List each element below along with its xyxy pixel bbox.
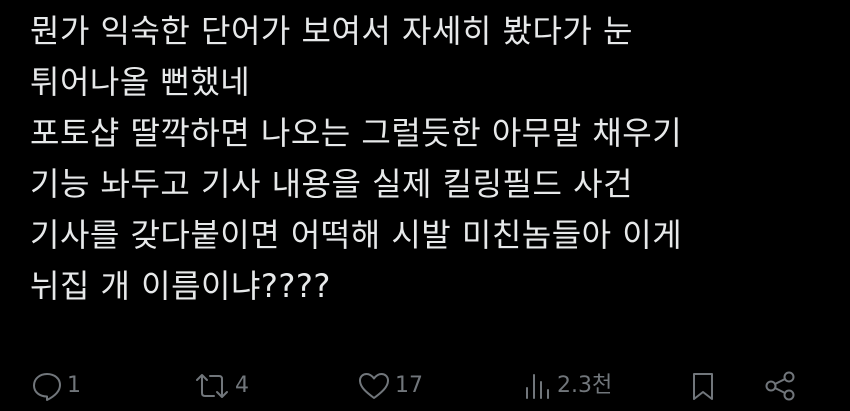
post-action-bar: 1 4 17 2.3천 xyxy=(0,362,850,410)
post-text-line: 기능 놔두고 기사 내용을 실제 킬링필드 사건 xyxy=(30,165,633,203)
post-text-line: 뉘집 개 이름이냐???? xyxy=(30,267,331,305)
share-button[interactable] xyxy=(762,368,798,404)
post-text-line: 기사를 갖다붙이면 어떡해 시발 미친놈들아 이게 xyxy=(30,216,683,254)
repost-arrows-icon xyxy=(192,369,232,403)
post-text: 뭔가 익숙한 단어가 보여서 자세히 봤다가 눈 튀어나올 뻔했네 포토샵 딸깍… xyxy=(30,6,830,312)
post-text-line: 포토샵 딸깍하면 나오는 그럴듯한 아무말 채우기 xyxy=(30,114,683,152)
post-text-line: 튀어나올 뻔했네 xyxy=(30,63,251,101)
like-button[interactable]: 17 xyxy=(356,368,423,404)
views-count: 2.3천 xyxy=(557,373,613,398)
bar-chart-icon xyxy=(520,369,554,403)
post-text-line: 뭔가 익숙한 단어가 보여서 자세히 봤다가 눈 xyxy=(30,12,633,50)
heart-icon xyxy=(356,369,392,403)
repost-button[interactable]: 4 xyxy=(192,368,249,404)
bookmark-icon xyxy=(688,369,718,403)
repost-count: 4 xyxy=(235,373,249,398)
bookmark-button[interactable] xyxy=(688,368,718,404)
speech-bubble-icon xyxy=(30,369,64,403)
reply-button[interactable]: 1 xyxy=(30,368,81,404)
views-button[interactable]: 2.3천 xyxy=(520,368,612,404)
like-count: 17 xyxy=(395,373,423,398)
reply-count: 1 xyxy=(67,373,81,398)
share-nodes-icon xyxy=(762,369,798,403)
